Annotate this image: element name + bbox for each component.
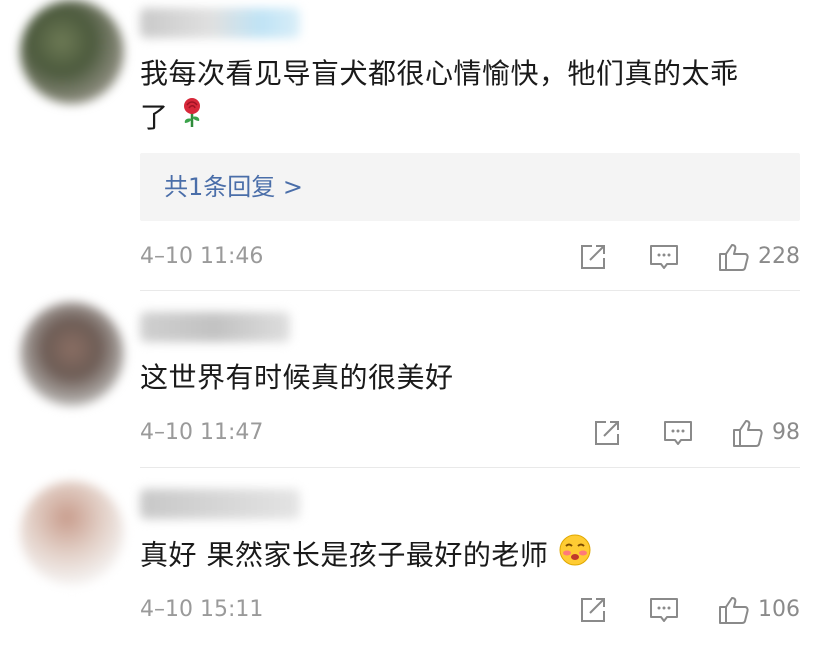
comment-button[interactable] [662,418,694,448]
share-button[interactable] [578,595,608,625]
comment-2: 这世界有时候真的很美好 4–10 11:47 98 [0,290,828,467]
comment-icon [664,421,692,445]
comment-time: 4–10 11:46 [140,244,264,269]
comment-button[interactable] [648,242,680,272]
like-count: 106 [758,597,800,622]
share-icon [581,245,605,269]
comment-text: 我每次看见导盲犬都很心情愉快，牠们真的太乖 了 [140,52,805,142]
comment-text-line1: 我每次看见导盲犬都很心情愉快，牠们真的太乖 [140,57,739,90]
comment-time: 4–10 15:11 [140,597,264,622]
comment-actions: 228 [578,240,800,274]
like-button[interactable]: 106 [718,595,800,625]
like-count: 228 [758,244,800,269]
like-count: 98 [772,420,800,445]
username-blurred[interactable] [140,312,290,342]
comment-text-body: 真好 果然家长是孩子最好的老师 [140,538,549,572]
thumbs-up-icon [733,420,763,447]
comment-time: 4–10 11:47 [140,420,264,445]
comment-actions: 106 [578,593,800,627]
comment-icon [650,245,678,269]
share-button[interactable] [578,242,608,272]
share-icon [581,598,605,622]
comment-1: 我每次看见导盲犬都很心情愉快，牠们真的太乖 了 共1条回复 > 4–10 11:… [0,0,828,290]
avatar[interactable] [20,302,124,406]
comment-3: 真好 果然家长是孩子最好的老师 4–10 15:11 106 [0,467,828,657]
like-button[interactable]: 98 [732,418,800,448]
avatar[interactable] [20,481,124,585]
comment-text: 真好 果然家长是孩子最好的老师 [140,533,805,580]
username-blurred[interactable] [140,489,300,519]
rose-icon [178,97,206,142]
comment-text: 这世界有时候真的很美好 [140,361,454,394]
view-replies-link[interactable]: 共1条回复 > [164,169,303,205]
reply-box[interactable]: 共1条回复 > [140,153,800,221]
username-blurred[interactable] [140,8,300,38]
thumbs-up-icon [719,244,749,271]
comment-actions: 98 [592,416,800,450]
comment-icon [650,598,678,622]
thumbs-up-icon [719,597,749,624]
comment-text-line2: 了 [140,101,169,134]
blush-face-icon [558,533,592,580]
share-icon [595,421,619,445]
comment-button[interactable] [648,595,680,625]
avatar[interactable] [20,0,124,104]
share-button[interactable] [592,418,622,448]
like-button[interactable]: 228 [718,242,800,272]
